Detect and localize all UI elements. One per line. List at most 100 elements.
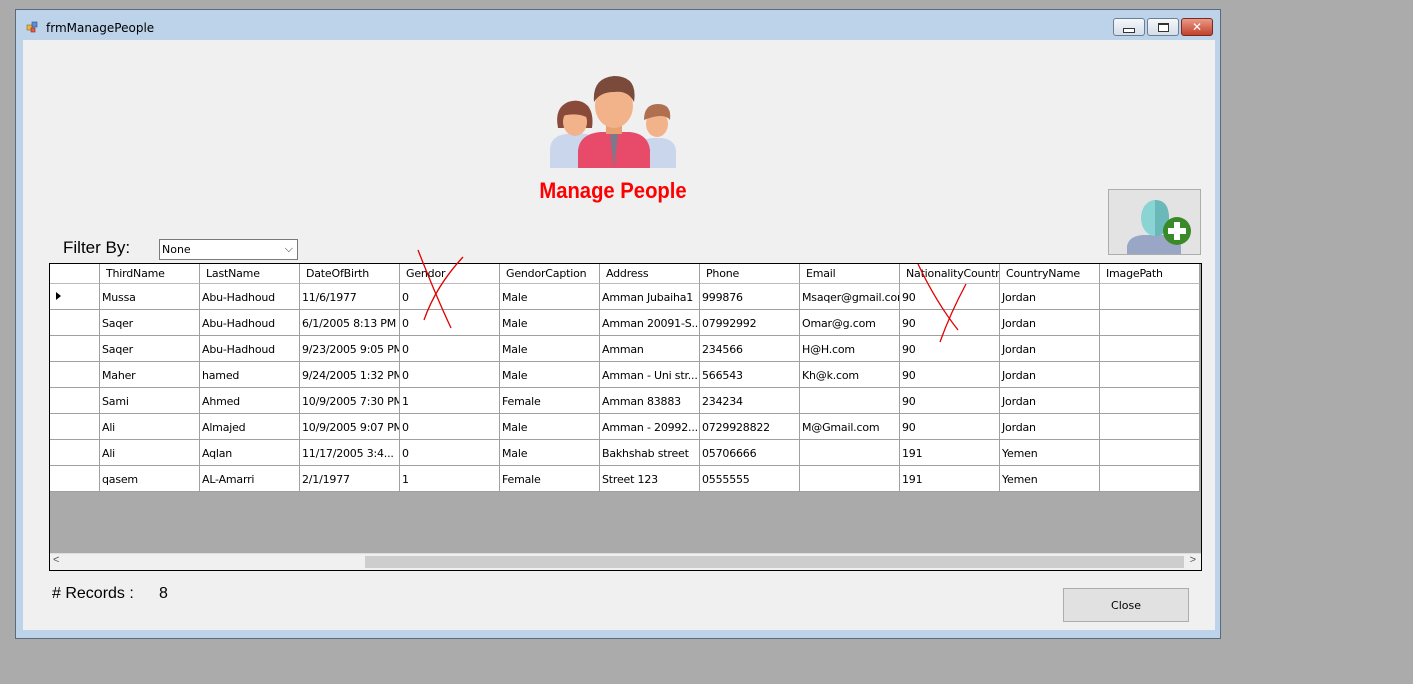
table-cell[interactable]: Jordan [1000,362,1100,388]
table-cell[interactable]: Jordan [1000,388,1100,414]
table-cell[interactable]: Omar@g.com [800,310,900,336]
table-row[interactable]: Ali Almajed 10/9/2005 9:07 PM 0 Male Amman - … [50,414,1200,440]
table-cell[interactable]: Abu-Hadhoud [200,336,300,362]
table-cell[interactable]: Female [500,466,600,492]
table-cell[interactable]: 9/24/2005 1:32 PM [300,362,400,388]
table-cell[interactable]: Saqer [100,310,200,336]
column-header[interactable]: Email [800,264,900,284]
table-cell[interactable]: 1 [400,388,500,414]
table-cell[interactable]: Female [500,388,600,414]
table-cell[interactable]: 0 [400,362,500,388]
table-row[interactable]: Saqer Abu-Hadhoud 9/23/2005 9:05 PM 0 Male Am… [50,336,1200,362]
window-close-button[interactable]: ✕ [1181,18,1213,36]
table-cell[interactable]: 05706666 [700,440,800,466]
table-cell[interactable]: Yemen [1000,466,1100,492]
table-cell[interactable]: 0 [400,284,500,310]
table-cell[interactable]: Ahmed [200,388,300,414]
table-cell[interactable]: Aqlan [200,440,300,466]
row-selector[interactable] [50,284,100,310]
table-row[interactable]: qasem AL-Amarri 2/1/1977 1 Female Street 123 0… [50,466,1200,492]
table-cell[interactable] [800,440,900,466]
table-cell[interactable]: Amman Jubaiha1 [600,284,700,310]
table-cell[interactable]: Almajed [200,414,300,440]
table-cell[interactable]: Male [500,362,600,388]
minimize-button[interactable] [1113,18,1145,36]
table-cell[interactable]: 9/23/2005 9:05 PM [300,336,400,362]
row-selector[interactable] [50,466,100,492]
table-cell[interactable] [1100,466,1200,492]
column-header[interactable]: ThirdName [100,264,200,284]
row-selector[interactable] [50,362,100,388]
table-cell[interactable]: 6/1/2005 8:13 PM [300,310,400,336]
filter-dropdown[interactable]: None ⌵ [159,239,298,260]
table-cell[interactable]: Amman - 20992... [600,414,700,440]
column-header[interactable]: Gendor [400,264,500,284]
table-cell[interactable]: H@H.com [800,336,900,362]
table-row[interactable]: Mussa Abu-Hadhoud 11/6/1977 0 Male Amman Juba… [50,284,1200,310]
column-header[interactable]: LastName [200,264,300,284]
table-row[interactable]: Maher hamed 9/24/2005 1:32 PM 0 Male Amman - … [50,362,1200,388]
horizontal-scrollbar[interactable]: < > [50,553,1201,570]
column-header[interactable]: DateOfBirth [300,264,400,284]
table-cell[interactable]: Msaqer@gmail.com [800,284,900,310]
table-cell[interactable]: Ali [100,440,200,466]
row-selector[interactable] [50,388,100,414]
table-cell[interactable]: Yemen [1000,440,1100,466]
table-cell[interactable]: 999876 [700,284,800,310]
table-cell[interactable]: Saqer [100,336,200,362]
table-cell[interactable]: Ali [100,414,200,440]
table-cell[interactable]: M@Gmail.com [800,414,900,440]
title-bar[interactable] [16,10,1220,40]
table-cell[interactable]: 0555555 [700,466,800,492]
scroll-right-icon[interactable]: > [1190,554,1196,566]
table-cell[interactable]: 566543 [700,362,800,388]
table-cell[interactable]: 90 [900,336,1000,362]
row-selector[interactable] [50,440,100,466]
table-cell[interactable]: Jordan [1000,336,1100,362]
table-cell[interactable]: 0 [400,310,500,336]
table-cell[interactable]: Male [500,310,600,336]
table-cell[interactable]: 11/17/2005 3:4... [300,440,400,466]
table-cell[interactable]: 234234 [700,388,800,414]
table-cell[interactable]: 234566 [700,336,800,362]
table-cell[interactable]: Bakhshab street [600,440,700,466]
table-cell[interactable]: Mussa [100,284,200,310]
table-cell[interactable]: Male [500,284,600,310]
table-row[interactable]: Saqer Abu-Hadhoud 6/1/2005 8:13 PM 0 Male Amm… [50,310,1200,336]
column-header[interactable]: NationalityCountry [900,264,1000,284]
table-cell[interactable]: Jordan [1000,284,1100,310]
table-cell[interactable]: Amman [600,336,700,362]
table-cell[interactable]: Male [500,440,600,466]
table-row[interactable]: Ali Aqlan 11/17/2005 3:4... 0 Male Bakhshab s… [50,440,1200,466]
table-cell[interactable]: 0 [400,440,500,466]
table-cell[interactable]: 0729928822 [700,414,800,440]
people-grid[interactable]: ThirdName LastName DateOfBirth Gendor Gendor… [49,263,1202,571]
table-row[interactable]: Sami Ahmed 10/9/2005 7:30 PM 1 Female Amman 8… [50,388,1200,414]
table-cell[interactable] [1100,388,1200,414]
table-cell[interactable]: 07992992 [700,310,800,336]
table-cell[interactable] [1100,284,1200,310]
table-cell[interactable]: 11/6/1977 [300,284,400,310]
scroll-left-icon[interactable]: < [53,554,59,566]
maximize-button[interactable] [1147,18,1179,36]
table-cell[interactable] [1100,310,1200,336]
table-cell[interactable]: Kh@k.com [800,362,900,388]
column-header[interactable]: CountryName [1000,264,1100,284]
table-cell[interactable]: Amman 83883 [600,388,700,414]
table-cell[interactable]: 191 [900,466,1000,492]
column-header[interactable]: GendorCaption [500,264,600,284]
table-cell[interactable]: 10/9/2005 9:07 PM [300,414,400,440]
row-selector[interactable] [50,336,100,362]
table-cell[interactable] [800,466,900,492]
row-selector[interactable] [50,414,100,440]
table-cell[interactable]: 0 [400,336,500,362]
grid-corner-header[interactable] [50,264,100,284]
table-cell[interactable]: Amman - Uni str... [600,362,700,388]
table-cell[interactable]: Amman 20091-S... [600,310,700,336]
table-cell[interactable]: Abu-Hadhoud [200,284,300,310]
table-cell[interactable]: Jordan [1000,414,1100,440]
row-selector[interactable] [50,310,100,336]
table-cell[interactable]: Maher [100,362,200,388]
close-button[interactable]: Close [1063,588,1189,622]
table-cell[interactable]: 90 [900,362,1000,388]
